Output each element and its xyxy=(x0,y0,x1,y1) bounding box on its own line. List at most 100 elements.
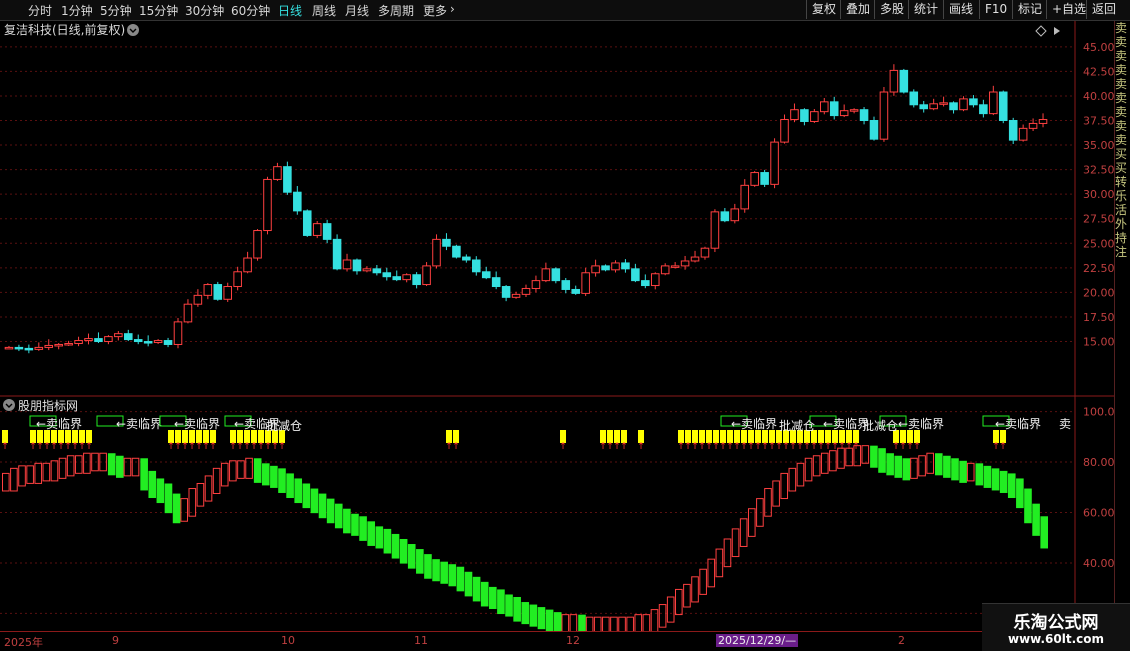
indicator-title: 股朋指标网 xyxy=(18,398,78,413)
candle-body xyxy=(163,340,173,345)
tab-30min[interactable]: 30分钟 xyxy=(185,2,224,19)
signal-arrow: ↑ xyxy=(278,442,286,452)
indicator-bar-down xyxy=(278,468,286,493)
x-label-dec: 12 xyxy=(566,634,580,647)
tab-multi-period[interactable]: 多周期 xyxy=(378,2,414,19)
tab-more[interactable]: 更多 xyxy=(423,2,447,19)
indicator-bar-down xyxy=(416,549,424,574)
candle-body xyxy=(233,271,242,288)
indicator-bar-down xyxy=(383,528,392,554)
price-tick-label: 20.00 xyxy=(1083,286,1114,299)
indicator-bar-up xyxy=(188,488,197,517)
candle-body xyxy=(263,178,272,232)
x-label-cursor-date: 2025/12/29/— xyxy=(716,634,799,647)
indicator-bar-up xyxy=(618,616,626,636)
tab-weekly[interactable]: 周线 xyxy=(312,2,336,19)
candle-body xyxy=(352,259,362,272)
candle-body xyxy=(989,91,998,115)
adjust-button[interactable]: 复权 xyxy=(806,0,841,19)
price-tick-label: 15.00 xyxy=(1083,336,1114,349)
candle-body xyxy=(392,276,402,281)
candle-body xyxy=(710,211,720,249)
indicator-bar-up xyxy=(91,452,99,472)
candle-body xyxy=(949,102,958,111)
indicator-bar-up xyxy=(966,462,975,482)
right-side-panel: 卖卖卖卖卖卖卖卖卖买买转乐活外持注 xyxy=(1114,21,1130,629)
tab-daily[interactable]: 日线 xyxy=(278,2,302,19)
candle-body xyxy=(372,268,382,274)
overlay-button[interactable]: 叠加 xyxy=(840,0,875,19)
indicator-bar-up xyxy=(739,518,748,547)
play-arrow-icon[interactable] xyxy=(1054,27,1060,35)
signal-arrow: ↑ xyxy=(913,442,921,452)
chart-area[interactable]: ↑ ↑ ↑ ↑ ↑ ↑ ↑ ↑ ↑ ↑ ↑ ↑ ↑ ↑ ↑ ↑ ↑ ↑ ↑ ↑ ↑ ↑ ↑ ↑ ↑ ↑ ↑ ↑ ↑ ↑ ↑ ↑ ↑ ↑ ↑ ↑ ↑ ↑ ↑ ↑… xyxy=(0,21,1115,637)
indicator-bar-down xyxy=(440,561,448,584)
indicator-bar-down xyxy=(367,521,375,546)
candle-body xyxy=(680,260,690,267)
candle-body xyxy=(591,265,600,274)
indicator-bar-down xyxy=(326,498,335,524)
indicator-bar-up xyxy=(772,480,780,507)
sell-label: ←卖临界 xyxy=(731,417,777,431)
x-label-oct: 10 xyxy=(281,634,295,647)
tab-15min[interactable]: 15分钟 xyxy=(139,2,178,19)
candle-body xyxy=(74,340,83,344)
indicator-bar-down xyxy=(870,445,878,468)
sell-label: ←卖临界 xyxy=(116,417,162,431)
indicator-bar-up xyxy=(610,616,618,636)
indicator-bar-up xyxy=(812,455,821,477)
candle-body xyxy=(124,333,133,341)
candle-body xyxy=(899,69,909,93)
indicator-bar-up xyxy=(26,465,34,484)
candle-body xyxy=(979,104,988,115)
candle-body xyxy=(481,271,491,279)
tab-monthly[interactable]: 月线 xyxy=(345,2,369,19)
sell-label: ←卖临界 xyxy=(174,417,220,431)
candle-body xyxy=(571,288,580,294)
indicator-bar-down xyxy=(424,554,432,579)
tab-5min[interactable]: 5分钟 xyxy=(100,2,132,19)
draw-line-button[interactable]: 画线 xyxy=(943,0,978,19)
indicator-bar-down xyxy=(448,564,457,587)
candle-body xyxy=(790,109,799,121)
candle-body xyxy=(173,321,183,345)
tab-fenshi[interactable]: 分时 xyxy=(28,2,52,19)
candle-body xyxy=(760,172,769,185)
candle-body xyxy=(501,286,511,298)
f10-button[interactable]: F10 xyxy=(979,0,1012,19)
candle-body xyxy=(253,230,262,259)
chevron-right-icon[interactable]: › xyxy=(450,2,455,16)
candle-body xyxy=(829,101,839,117)
indicator-bar-up xyxy=(585,616,594,636)
candle-body xyxy=(442,238,451,247)
tab-60min[interactable]: 60分钟 xyxy=(231,2,270,19)
multi-stock-button[interactable]: 多股 xyxy=(874,0,909,19)
back-button[interactable]: 返回 xyxy=(1086,0,1121,19)
sell-label: ←卖临界 xyxy=(898,417,944,431)
indicator-bar-down xyxy=(351,513,359,536)
candle-body xyxy=(183,303,193,323)
price-tick-label: 30.00 xyxy=(1083,188,1114,201)
diamond-icon[interactable] xyxy=(1035,25,1047,37)
indicator-bar-up xyxy=(123,457,132,477)
indicator-bar-down xyxy=(432,559,440,582)
candle-body xyxy=(14,346,24,350)
stock-title: 复洁科技(日线,前复权) xyxy=(4,22,125,37)
indicator-bar-down xyxy=(164,483,173,514)
candle-body xyxy=(1008,120,1018,141)
indicator-bar-up xyxy=(229,460,237,482)
statistics-button[interactable]: 统计 xyxy=(908,0,943,19)
indicator-bar-up xyxy=(650,609,659,633)
indicator-bar-down xyxy=(172,493,181,524)
candle-body xyxy=(283,166,292,193)
indicator-bar-down xyxy=(318,493,327,519)
add-watchlist-button[interactable]: +自选 xyxy=(1046,0,1091,19)
tab-1min[interactable]: 1分钟 xyxy=(61,2,93,19)
mark-button[interactable]: 标记 xyxy=(1012,0,1047,19)
indicator-bar-up xyxy=(83,452,91,474)
candle-body xyxy=(800,109,809,122)
candle-body xyxy=(621,262,630,270)
indicator-bar-down xyxy=(464,571,473,597)
indicator-dropdown-icon[interactable] xyxy=(3,399,15,411)
title-dropdown-icon[interactable] xyxy=(127,24,139,36)
